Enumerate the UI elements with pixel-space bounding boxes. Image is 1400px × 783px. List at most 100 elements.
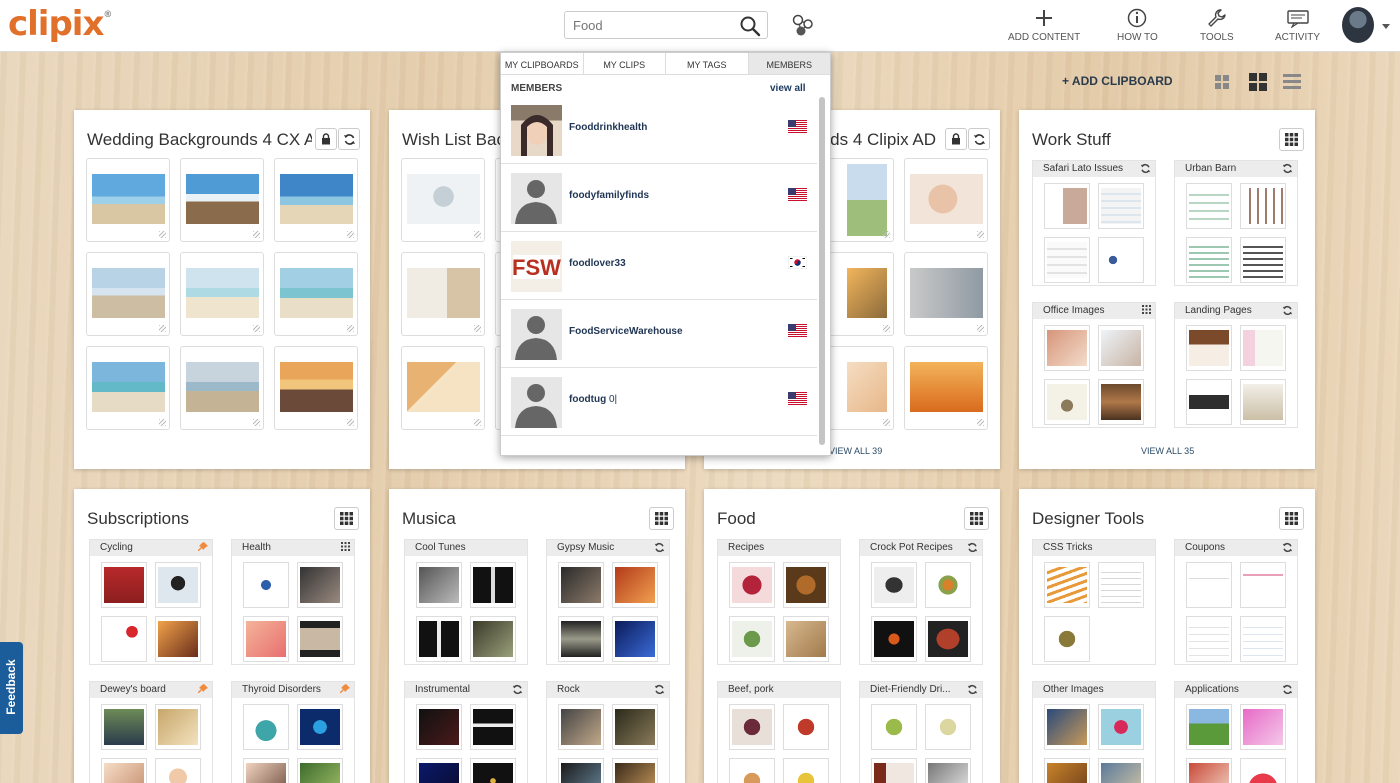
- mini-clip[interactable]: [297, 616, 343, 662]
- clipboard-title[interactable]: Backgrounds 4 Clipix AD: [818, 130, 936, 150]
- mini-clip[interactable]: [155, 562, 201, 608]
- clipboard-title[interactable]: Musica: [402, 509, 456, 529]
- sub-clipboard[interactable]: Health: [231, 539, 355, 665]
- mini-clip[interactable]: [1044, 325, 1090, 371]
- mini-clip[interactable]: [297, 758, 343, 783]
- clip-item[interactable]: [180, 158, 264, 242]
- mini-clip[interactable]: [416, 758, 462, 783]
- mini-clip[interactable]: [1044, 237, 1090, 283]
- clipboard-card-work-stuff[interactable]: Work Stuff Safari Lato Issues Urban Barn: [1019, 110, 1315, 469]
- mini-clip[interactable]: [1098, 237, 1144, 283]
- lock-button[interactable]: [945, 128, 967, 150]
- clip-item[interactable]: [904, 252, 988, 336]
- clip-item[interactable]: [86, 252, 170, 336]
- mini-clip[interactable]: [925, 758, 971, 783]
- chevron-down-icon[interactable]: [1382, 24, 1390, 29]
- sub-clipboard[interactable]: Office Images: [1032, 302, 1156, 428]
- sub-clipboard[interactable]: Applications: [1174, 681, 1298, 783]
- mini-clip[interactable]: [101, 758, 147, 783]
- pin-icon[interactable]: [198, 684, 208, 694]
- nav-tools[interactable]: TOOLS: [1200, 8, 1234, 43]
- mini-clip[interactable]: [871, 616, 917, 662]
- mini-clip[interactable]: [1044, 704, 1090, 750]
- sub-clipboard[interactable]: Landing Pages: [1174, 302, 1298, 428]
- mini-clip[interactable]: [612, 616, 658, 662]
- sub-clipboard[interactable]: CSS Tricks: [1032, 539, 1156, 665]
- clip-item[interactable]: [904, 346, 988, 430]
- mini-clip[interactable]: [101, 562, 147, 608]
- mini-clip[interactable]: [925, 562, 971, 608]
- nav-activity[interactable]: ACTIVITY: [1275, 8, 1320, 43]
- mini-clip[interactable]: [155, 704, 201, 750]
- lock-button[interactable]: [315, 128, 337, 150]
- mini-clip[interactable]: [243, 704, 289, 750]
- mini-clip[interactable]: [1044, 379, 1090, 425]
- mini-clip[interactable]: [558, 616, 604, 662]
- user-avatar[interactable]: [1342, 7, 1374, 43]
- network-icon[interactable]: [790, 12, 816, 38]
- clip-item[interactable]: [86, 346, 170, 430]
- mini-clip[interactable]: [925, 704, 971, 750]
- mini-clip[interactable]: [101, 704, 147, 750]
- clip-item[interactable]: [274, 346, 358, 430]
- refresh-icon[interactable]: [654, 542, 665, 553]
- nav-add-content[interactable]: ADD CONTENT: [1008, 8, 1080, 43]
- mini-clip[interactable]: [470, 562, 516, 608]
- grid-button[interactable]: [1279, 507, 1304, 530]
- clip-item[interactable]: [86, 158, 170, 242]
- clip-item[interactable]: [274, 252, 358, 336]
- refresh-icon[interactable]: [967, 542, 978, 553]
- member-name[interactable]: FoodServiceWarehouse: [569, 326, 683, 337]
- pin-icon[interactable]: [198, 542, 208, 552]
- mini-clip[interactable]: [1240, 758, 1286, 783]
- mini-clip[interactable]: [925, 616, 971, 662]
- clip-item[interactable]: [180, 346, 264, 430]
- mini-clip[interactable]: [1098, 325, 1144, 371]
- refresh-icon[interactable]: [512, 684, 523, 695]
- clipboard-card-food[interactable]: Food Recipes Crock Pot Recipes Beef, por…: [704, 489, 1000, 783]
- sync-button[interactable]: [338, 128, 360, 150]
- mini-clip[interactable]: [558, 704, 604, 750]
- mini-clip[interactable]: [243, 758, 289, 783]
- mini-clip[interactable]: [783, 758, 829, 783]
- nav-how-to[interactable]: HOW TO: [1117, 8, 1158, 43]
- member-row[interactable]: foodtug 0|: [501, 368, 817, 436]
- mini-clip[interactable]: [612, 562, 658, 608]
- mini-clip[interactable]: [558, 562, 604, 608]
- clipboard-title[interactable]: Designer Tools: [1032, 509, 1144, 529]
- member-name[interactable]: foodlover33: [569, 258, 626, 269]
- sub-clipboard[interactable]: Cycling: [89, 539, 213, 665]
- mini-clip[interactable]: [783, 616, 829, 662]
- clipboard-card-designer-tools[interactable]: Designer Tools CSS Tricks Coupons Other …: [1019, 489, 1315, 783]
- mini-clip[interactable]: [1098, 704, 1144, 750]
- clip-item[interactable]: [401, 252, 485, 336]
- member-row[interactable]: FoodServiceWarehouse: [501, 300, 817, 368]
- mini-clip[interactable]: [1186, 379, 1232, 425]
- mini-clip[interactable]: [1186, 562, 1232, 608]
- grid-icon[interactable]: [341, 542, 350, 551]
- clipboard-card-musica[interactable]: Musica Cool Tunes Gypsy Music Instrument…: [389, 489, 685, 783]
- small-grid-view-icon[interactable]: [1214, 74, 1230, 90]
- clipboard-title[interactable]: Work Stuff: [1032, 130, 1111, 150]
- mini-clip[interactable]: [1240, 704, 1286, 750]
- sub-clipboard[interactable]: Crock Pot Recipes: [859, 539, 983, 665]
- mini-clip[interactable]: [1240, 616, 1286, 662]
- mini-clip[interactable]: [1186, 237, 1232, 283]
- sub-clipboard[interactable]: Thyroid Disorders: [231, 681, 355, 783]
- member-row[interactable]: FSW foodlover33: [501, 232, 817, 300]
- tab-my-clipboards[interactable]: MY CLIPBOARDS: [501, 53, 584, 74]
- mini-clip[interactable]: [1186, 325, 1232, 371]
- view-all-link[interactable]: VIEW ALL 39: [829, 446, 882, 456]
- list-view-icon[interactable]: [1283, 74, 1301, 90]
- view-all-link[interactable]: VIEW ALL 35: [1141, 446, 1194, 456]
- clip-item[interactable]: [180, 252, 264, 336]
- clipboard-title[interactable]: Food: [717, 509, 756, 529]
- dropdown-scrollbar[interactable]: [819, 97, 825, 445]
- grid-button[interactable]: [1279, 128, 1304, 151]
- refresh-icon[interactable]: [654, 684, 665, 695]
- mini-clip[interactable]: [871, 562, 917, 608]
- grid-button[interactable]: [964, 507, 989, 530]
- sub-clipboard[interactable]: Safari Lato Issues: [1032, 160, 1156, 286]
- mini-clip[interactable]: [1098, 379, 1144, 425]
- mini-clip[interactable]: [297, 562, 343, 608]
